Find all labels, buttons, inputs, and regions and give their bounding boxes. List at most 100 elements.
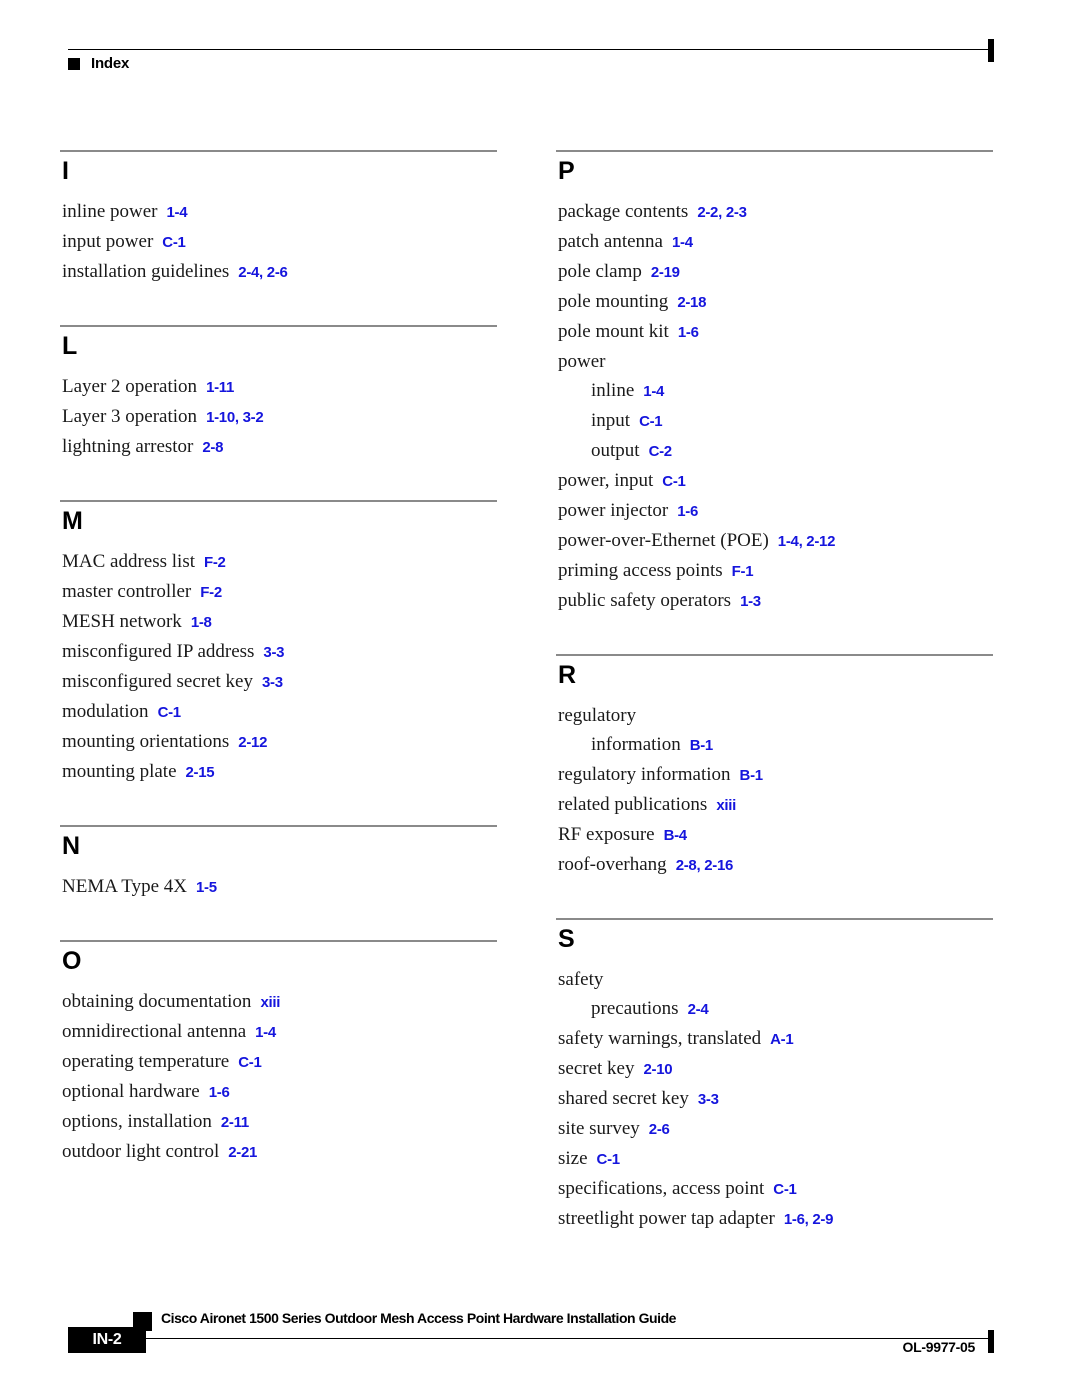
index-entry-page-reference[interactable]: B-1 [740, 767, 764, 784]
index-entry: package contents 2-2, 2-3 [556, 197, 996, 227]
index-entry-page-reference[interactable]: 2-19 [651, 264, 680, 281]
index-entry-page-reference[interactable]: C-2 [649, 443, 673, 460]
index-entry: pole clamp 2-19 [556, 257, 996, 287]
index-entry-page-reference[interactable]: 1-6 [677, 503, 698, 520]
index-entry-page-reference[interactable]: F-2 [204, 554, 226, 571]
index-entry-page-reference[interactable]: xiii [260, 994, 280, 1011]
index-entry-page-reference[interactable]: 3-3 [263, 644, 284, 661]
index-sub-entry: precautions 2-4 [556, 994, 996, 1024]
index-entry-page-reference[interactable]: 1-10, 3-2 [206, 409, 264, 426]
index-entry-page-reference[interactable]: xiii [716, 797, 736, 814]
index-entry-term: shared secret key [558, 1088, 689, 1109]
index-entry-page-reference[interactable]: C-1 [238, 1054, 262, 1071]
index-entry-term: pole mount kit [558, 321, 669, 342]
index-entry-term: NEMA Type 4X [62, 876, 187, 897]
index-entry: misconfigured IP address 3-3 [60, 637, 500, 667]
index-entry-page-reference[interactable]: C-1 [162, 234, 186, 251]
index-entry-page-reference[interactable]: C-1 [158, 704, 182, 721]
index-entry-page-reference[interactable]: B-4 [664, 827, 688, 844]
index-entry: operating temperature C-1 [60, 1047, 500, 1077]
index-entry-term: specifications, access point [558, 1178, 765, 1199]
index-section: M MAC address list F-2 master controller F-2… [60, 500, 500, 787]
index-entry-page-reference[interactable]: 2-18 [677, 294, 706, 311]
index-entry-page-reference[interactable]: 1-4 [255, 1024, 276, 1041]
index-entry-page-reference[interactable]: C-1 [662, 473, 686, 490]
index-entry-term: size [558, 1148, 588, 1169]
index-entry: outdoor light control 2-21 [60, 1137, 500, 1167]
section-divider [60, 500, 497, 502]
index-entry-term: inline [591, 380, 635, 401]
index-entry-page-reference[interactable]: 3-3 [698, 1091, 719, 1108]
index-entry-page-reference[interactable]: 2-4 [688, 1001, 709, 1018]
index-entry: size C-1 [556, 1144, 996, 1174]
index-entry: master controller F-2 [60, 577, 500, 607]
index-entry-list: package contents 2-2, 2-3 patch antenna 1-4… [556, 197, 996, 616]
index-entry-page-reference[interactable]: 2-21 [228, 1144, 257, 1161]
index-entry-term: package contents [558, 201, 689, 222]
index-entry-page-reference[interactable]: 1-4 [167, 204, 188, 221]
index-entry-term: regulatory information [558, 764, 731, 785]
page-header: Index [0, 0, 1080, 90]
index-entry: NEMA Type 4X 1-5 [60, 872, 500, 902]
index-entry: MESH network 1-8 [60, 607, 500, 637]
index-entry-page-reference[interactable]: 2-12 [238, 734, 267, 751]
index-entry: misconfigured secret key 3-3 [60, 667, 500, 697]
index-entry: installation guidelines 2-4, 2-6 [60, 257, 500, 287]
index-entry-page-reference[interactable]: 2-4, 2-6 [238, 264, 288, 281]
index-entry-term: power-over-Ethernet (POE) [558, 530, 769, 551]
index-entry-page-reference[interactable]: 3-3 [262, 674, 283, 691]
section-letter-heading: S [558, 925, 575, 953]
index-entry-page-reference[interactable]: 1-4 [643, 383, 664, 400]
index-entry-page-reference[interactable]: 2-15 [186, 764, 215, 781]
index-entry-page-reference[interactable]: 1-4 [672, 234, 693, 251]
index-entry-list: regulatory information B-1 regulatory infor… [556, 701, 996, 880]
index-entry-list: NEMA Type 4X 1-5 [60, 872, 500, 902]
index-entry-page-reference[interactable]: 1-8 [191, 614, 212, 631]
index-entry-page-reference[interactable]: 2-8, 2-16 [676, 857, 734, 874]
index-entry: lightning arrestor 2-8 [60, 432, 500, 462]
index-entry-page-reference[interactable]: 1-6 [209, 1084, 230, 1101]
index-entry-page-reference[interactable]: 2-2, 2-3 [697, 204, 747, 221]
index-entry-page-reference[interactable]: C-1 [639, 413, 663, 430]
index-entry-page-reference[interactable]: 1-11 [206, 379, 234, 396]
index-entry-page-reference[interactable]: 2-11 [221, 1114, 249, 1131]
index-entry-list: obtaining documentation xiii omnidirection… [60, 987, 500, 1167]
index-entry-page-reference[interactable]: 2-6 [649, 1121, 670, 1138]
index-entry-term: power [558, 351, 606, 372]
index-entry: options, installation 2-11 [60, 1107, 500, 1137]
index-entry-page-reference[interactable]: 1-6 [678, 324, 699, 341]
index-entry-page-reference[interactable]: A-1 [770, 1031, 794, 1048]
index-sub-entry: information B-1 [556, 730, 996, 760]
index-entry-term: mounting plate [62, 761, 177, 782]
index-entry-page-reference[interactable]: 1-4, 2-12 [778, 533, 836, 550]
index-entry-page-reference[interactable]: F-1 [732, 563, 754, 580]
index-entry-term: optional hardware [62, 1081, 200, 1102]
index-entry-page-reference[interactable]: 1-5 [196, 879, 217, 896]
index-entry-term: omnidirectional antenna [62, 1021, 247, 1042]
index-entry-term: obtaining documentation [62, 991, 252, 1012]
index-entry-term: outdoor light control [62, 1141, 220, 1162]
index-entry-term: power, input [558, 470, 654, 491]
section-letter-heading: O [62, 947, 81, 975]
index-entry-page-reference[interactable]: 1-6, 2-9 [784, 1211, 834, 1228]
index-entry-page-reference[interactable]: C-1 [597, 1151, 621, 1168]
section-divider [60, 325, 497, 327]
index-sub-entry: inline 1-4 [556, 376, 996, 406]
index-entry-page-reference[interactable]: B-1 [690, 737, 714, 754]
index-entry-term: public safety operators [558, 590, 732, 611]
page-number-badge: IN-2 [68, 1327, 146, 1353]
index-entry-page-reference[interactable]: 1-3 [740, 593, 761, 610]
index-entry-page-reference[interactable]: 2-10 [643, 1061, 672, 1078]
index-entry-term: operating temperature [62, 1051, 230, 1072]
index-entry: safety warnings, translated A-1 [556, 1024, 996, 1054]
index-entry-page-reference[interactable]: F-2 [200, 584, 222, 601]
index-entry-page-reference[interactable]: 2-8 [202, 439, 223, 456]
index-entry-page-reference[interactable]: C-1 [773, 1181, 797, 1198]
index-entry-term: misconfigured secret key [62, 671, 253, 692]
section-divider [556, 150, 993, 152]
index-entry-term: priming access points [558, 560, 723, 581]
index-section: Iinline power 1-4 input power C-1 installati… [60, 150, 500, 287]
